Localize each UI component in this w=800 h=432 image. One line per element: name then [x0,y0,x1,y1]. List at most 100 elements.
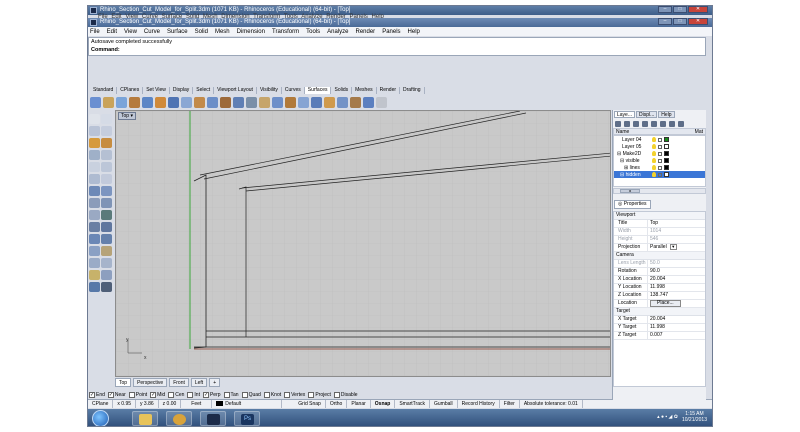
move-to-parent-icon[interactable] [660,120,666,127]
osnap-near[interactable]: ✓ Near [107,391,126,398]
osnap-checkbox[interactable] [187,391,194,398]
menu-transform[interactable]: Transform [272,29,299,35]
layer-visible-icon[interactable] [652,165,656,170]
prop-xtarget-value[interactable]: 20.004 [648,316,705,323]
osnap-checkbox[interactable] [168,391,175,398]
taskbar-chrome[interactable] [166,411,192,426]
inner-maximize-button[interactable]: □ [673,18,687,25]
status-units[interactable]: Feet [181,400,213,408]
status-grid-snap[interactable]: Grid Snap [294,400,326,408]
match-surface-icon[interactable] [285,96,296,108]
osnap-knot[interactable]: Knot [263,391,281,398]
unroll-icon[interactable] [311,96,322,108]
toolbar-overflow-icon[interactable] [376,96,387,108]
status-ortho[interactable]: Ortho [326,400,348,408]
osnap-mid[interactable]: ✓ Mid [150,391,165,398]
place-button[interactable]: Place... [650,300,681,307]
panel-tab-display[interactable]: Displ... [636,111,658,118]
layer-tools-icon[interactable] [678,120,684,127]
status-gumball[interactable]: Gumball [430,400,458,408]
osnap-vertex[interactable]: Vertex [284,391,305,398]
layer-row[interactable]: Layer 05 [614,143,705,150]
layer-lock-icon[interactable] [658,158,662,163]
patch-icon[interactable] [207,96,218,108]
osnap-int[interactable]: Int [187,391,200,398]
layer-visible-icon[interactable] [652,151,656,156]
properties-tab[interactable]: ◎ Properties [614,200,651,209]
osnap-disable[interactable]: Disable [333,391,358,398]
prop-rotation-value[interactable]: 90.0 [648,268,705,275]
layer-row-selected[interactable]: ⊟ hidden [614,171,705,178]
boolean-icon[interactable] [101,198,112,208]
layer-visible-icon[interactable] [652,172,656,177]
extrude-icon[interactable] [101,186,112,196]
box-icon[interactable] [89,222,100,232]
osnap-tan[interactable]: Tan [223,391,239,398]
layer-lock-icon[interactable] [658,172,662,177]
viewtab-top[interactable]: Top [115,378,132,387]
surface-from-points-icon[interactable] [90,96,101,108]
dimension-icon[interactable] [101,270,112,280]
osnap-point[interactable]: Point [128,391,147,398]
osnap-quad[interactable]: Quad [241,391,261,398]
prop-title-value[interactable]: Top [648,220,705,227]
filter-icon[interactable] [669,120,675,127]
osnap-checkbox[interactable]: ✓ [107,391,114,398]
prop-ytarget-value[interactable]: 11.998 [648,324,705,331]
maximize-button[interactable]: □ [673,6,687,13]
ellipse-icon[interactable] [89,162,100,172]
osnap-project[interactable]: Project [308,391,331,398]
circle-icon[interactable] [89,138,100,148]
osnap-checkbox[interactable] [263,391,270,398]
layer-visible-icon[interactable] [652,137,656,142]
tab-select[interactable]: Select [193,86,215,94]
rectangle-icon[interactable] [89,150,100,160]
edge-surface-icon[interactable] [103,96,114,108]
layer-color-icon[interactable] [664,137,669,142]
untrim-icon[interactable] [337,96,348,108]
status-cplane[interactable]: CPlane [88,400,114,408]
layer-row[interactable]: ⊞ lines [614,164,705,171]
tray-clock[interactable]: 1:15 AM 10/21/2013 [682,411,707,423]
copy-icon[interactable] [101,246,112,256]
panel-tab-layers[interactable]: Laye... [614,111,636,118]
fillet-curves-icon[interactable] [89,174,100,184]
menu-file[interactable]: File [90,29,100,35]
start-button[interactable] [92,410,109,426]
planar-surface-icon[interactable] [116,96,127,108]
prop-yloc-value[interactable]: 11.998 [648,284,705,291]
polygon-icon[interactable] [101,150,112,160]
layer-lock-icon[interactable] [658,165,662,170]
mesh-edit-icon[interactable] [101,210,112,220]
tab-render[interactable]: Render [377,86,401,94]
extrude-curve-icon[interactable] [129,96,140,108]
layer-lock-icon[interactable] [658,144,662,149]
chevron-down-icon[interactable]: ▼ [669,244,677,250]
menu-analyze[interactable]: Analyze [327,29,348,35]
layer-color-icon[interactable] [664,158,669,163]
tab-solids[interactable]: Solids [331,86,353,94]
layer-row[interactable]: Layer 04 [614,136,705,143]
mesh-tools-icon[interactable] [89,210,100,220]
tab-meshes[interactable]: Meshes [352,86,377,94]
delete-layer-icon[interactable] [633,120,639,127]
menu-tools[interactable]: Tools [306,29,320,35]
tab-visibility[interactable]: Visibility [257,86,282,94]
viewtab-perspective[interactable]: Perspective [133,378,168,387]
solid-tools-icon[interactable] [89,198,100,208]
viewtab-front[interactable]: Front [169,378,189,387]
status-planar[interactable]: Planar [347,400,371,408]
sweep2-icon[interactable] [181,96,192,108]
new-layer-icon[interactable] [615,120,621,127]
prop-zloc-value[interactable]: 138.747 [648,292,705,299]
scale-icon[interactable] [101,258,112,268]
taskbar-rhino[interactable] [200,411,226,426]
rotate-icon[interactable] [89,258,100,268]
command-area[interactable]: Autosave completed successfully Command: [88,37,706,56]
tab-viewport-layout[interactable]: Viewport Layout [214,86,257,94]
menu-dimension[interactable]: Dimension [237,29,265,35]
layer-row[interactable]: ⊟ Make2D [614,150,705,157]
shrink-trimmed-icon[interactable] [298,96,309,108]
osnap-checkbox[interactable] [241,391,248,398]
osnap-checkbox[interactable] [308,391,315,398]
